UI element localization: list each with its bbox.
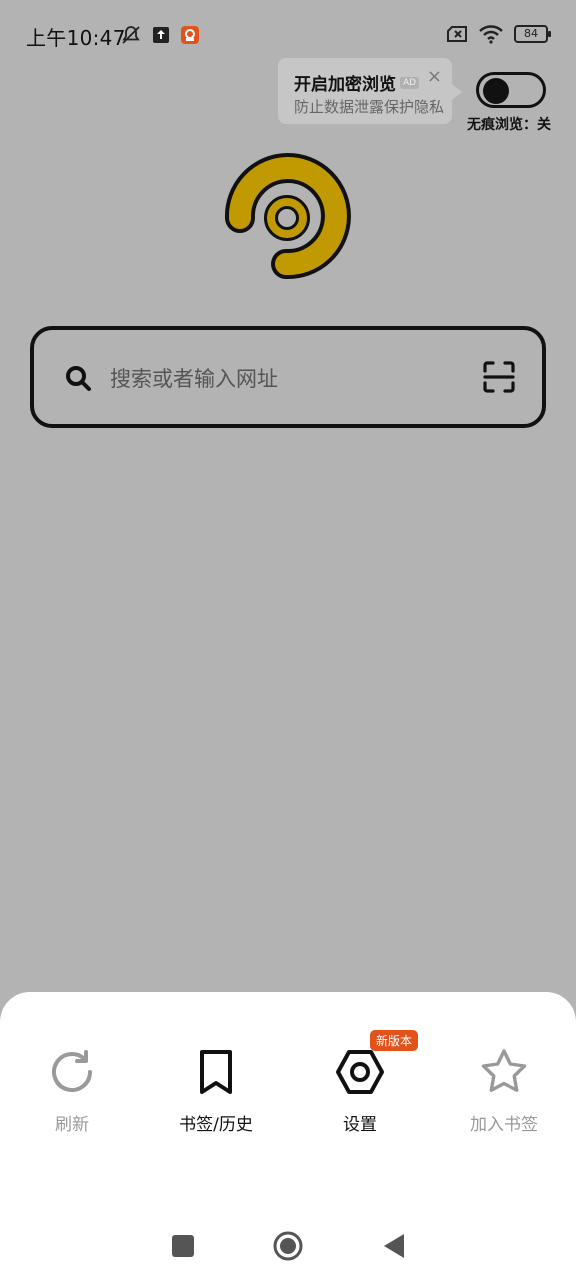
scan-icon[interactable] xyxy=(482,360,516,394)
tooltip-subtitle: 防止数据泄露保护隐私 xyxy=(294,98,445,116)
add-bookmark-button[interactable]: 加入书签 xyxy=(444,1046,564,1135)
status-icons-right: 84 xyxy=(446,24,551,44)
back-triangle-icon[interactable] xyxy=(374,1228,414,1268)
battery-icon: 84 xyxy=(514,25,551,43)
refresh-icon xyxy=(52,1050,92,1093)
add-bookmark-label: 加入书签 xyxy=(470,1115,538,1135)
new-version-badge: 新版本 xyxy=(370,1030,419,1051)
sim-x-icon xyxy=(447,26,467,42)
search-box[interactable] xyxy=(30,326,546,428)
tooltip-title-text: 开启加密浏览 xyxy=(294,75,396,95)
browser-logo xyxy=(224,153,351,280)
incognito-status-label: 无痕浏览：关 xyxy=(467,117,551,133)
status-icons-left xyxy=(120,24,200,46)
recents-square-icon[interactable] xyxy=(162,1228,202,1268)
upload-icon xyxy=(153,27,169,43)
mute-bell-icon xyxy=(122,26,140,44)
settings-button[interactable]: 新版本 设置 xyxy=(300,1030,420,1135)
settings-hex-icon xyxy=(336,1050,384,1094)
encrypted-browsing-tooltip[interactable]: 开启加密浏览 AD 防止数据泄露保护隐私 × xyxy=(278,58,462,124)
bookmark-icon xyxy=(200,1050,232,1094)
system-nav-bar xyxy=(0,1228,576,1268)
refresh-button[interactable]: 刷新 xyxy=(12,1046,132,1135)
tooltip-title: 开启加密浏览 AD xyxy=(294,70,420,95)
ad-badge: AD xyxy=(400,76,420,89)
settings-label: 设置 xyxy=(343,1115,377,1135)
bookmarks-history-label: 书签/历史 xyxy=(179,1115,253,1135)
star-icon xyxy=(481,1049,527,1092)
bookmarks-history-button[interactable]: 书签/历史 xyxy=(156,1046,276,1135)
incognito-toggle[interactable] xyxy=(476,72,546,108)
wifi-icon xyxy=(479,25,503,44)
toggle-knob xyxy=(483,78,509,104)
close-icon[interactable]: × xyxy=(427,66,442,87)
home-circle-icon[interactable] xyxy=(268,1228,308,1268)
search-icon xyxy=(66,366,91,391)
app-icon xyxy=(181,26,199,44)
status-time: 上午10:47 xyxy=(26,26,126,50)
search-input[interactable] xyxy=(108,356,472,402)
refresh-label: 刷新 xyxy=(55,1115,89,1135)
